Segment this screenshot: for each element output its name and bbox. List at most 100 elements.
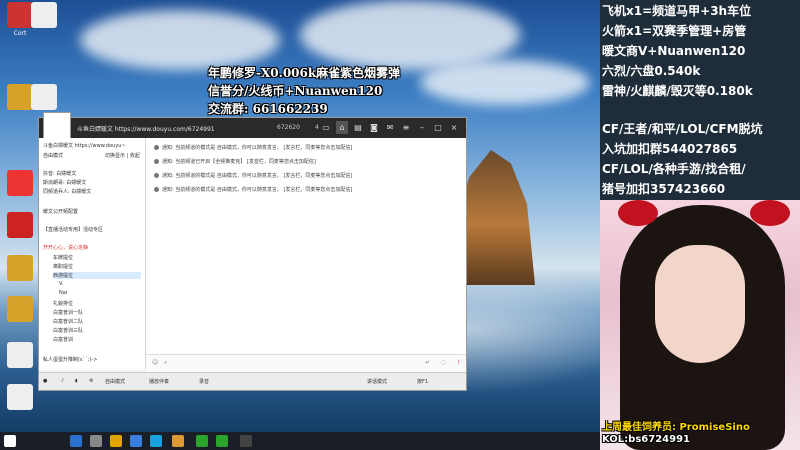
desktop-icon[interactable] [0,212,40,240]
avatar-icon[interactable]: ● [43,378,47,384]
cloud [420,60,590,105]
voice-chat-window: 斗鱼白嫖暖文 https://www.douyu.com/6724991 672… [38,112,467,391]
view-toggle[interactable]: 切换显示 | 收起 [105,152,140,159]
info-icon [154,159,159,164]
side-line: 雷神/火麒麟/毁灭等0.180k [602,84,753,98]
tree-item[interactable]: 【直播活动专用】活动专区 [43,226,103,233]
channel-header[interactable]: 斗鱼白嫖暖文 https://www.douyu~ [43,142,126,149]
tree-item[interactable]: 白富普训 [53,336,73,343]
tree-item[interactable]: 车牌提位 [53,254,73,261]
minimize-icon[interactable]: – [416,121,428,134]
room-count: 4 [315,124,319,131]
taskbar [0,432,600,450]
side-line: CF/LOL/各种手游/找合租/ [602,162,746,176]
channel-tree: 斗鱼白嫖暖文 https://www.douyu~ 自由模式 切换显示 | 收起… [39,138,146,370]
desktop-icon[interactable] [0,255,40,283]
alert-icon[interactable]: ! [458,359,460,366]
screen-icon[interactable]: ▭ [320,121,332,134]
taskbar-app-icon[interactable] [240,435,252,447]
taskbar-app-icon[interactable] [196,435,208,447]
emoji-icon[interactable]: ☺ [152,359,158,366]
caption-line-1: 上周最佳饲养员: PromiseSino [602,422,750,433]
title-icons: ▭ ⌂ ▤ ◙ ✉ ≡ – □ × [320,121,460,134]
channel-avatar [43,112,71,140]
taskbar-app-icon[interactable] [130,435,142,447]
mic-icon[interactable]: ♪ [61,378,64,384]
tree-item[interactable]: 礼貌排位 [53,300,73,307]
tree-item[interactable]: 白富普训三队 [53,327,83,334]
system-message: 通知: 当前频道的模式是 自由模式，你可以随意发言。 [发言栏，同麦等您点击加配… [154,186,352,193]
side-line: 六烈/六盘0.540k [602,64,701,78]
mode-label: 自由模式 [43,153,64,159]
caption-line-2: KOL:bs6724991 [602,434,690,445]
side-line: 火箭x1=双赛季管理+房管 [602,24,747,38]
hair-bow-right [750,200,790,226]
enter-icon[interactable]: ↵ [425,359,430,366]
tree-item[interactable]: 同频道兵人: 白嫖暖文 [43,188,91,195]
close-icon[interactable]: × [448,121,460,134]
system-message: 通知: 当前频道的模式是 自由模式，你可以随意发言。 [发言栏，同麦等您点击加配… [154,172,352,179]
rock-formation [455,150,535,285]
info-icon [154,145,159,150]
taskbar-app-icon[interactable] [110,435,122,447]
desktop-icon[interactable] [0,296,40,324]
desktop-icon[interactable] [24,84,64,112]
system-message: 通知: 当前频道已开启【全频推麦克】 [发音栏，同麦等您点击加配信] [154,158,316,165]
tree-item[interactable]: 抖音: 白嫖暖文 [43,170,76,177]
desktop: Cort 年鹏修罗-X0.006k麻雀紫色烟雾弹 信誉分/火线币+Nuanwen… [0,0,600,432]
hair-bow-left [618,200,658,226]
app-icon[interactable]: ▤ [352,121,364,134]
tree-item[interactable]: 斯派朗哥: 白嫖暖文 [43,179,86,186]
side-line: CF/王者/和平/LOL/CFM脱坑 [602,122,763,136]
desktop-icon[interactable] [24,2,64,30]
side-line: 入坑加扣群544027865 [602,142,738,156]
overlay-line-3: 交流群: 661662239 [208,102,328,116]
mode-button[interactable]: 自由模式 [105,378,125,385]
user-entry[interactable]: Nai [59,290,67,296]
chat-input-bar[interactable]: ☺ ⌕ ↵ ◌ ! [146,354,466,373]
speaker-icon[interactable]: ◖ [75,378,78,384]
tree-item[interactable]: 暖文公开频配置 [43,208,78,215]
bottom-toolbar: ● ♪ ◖ ⚙ 自由模式 播放伴奏 录音 讲话模式 按F1 [39,372,466,390]
maximize-icon[interactable]: □ [432,121,444,134]
tree-item[interactable]: 私人蛋蛋升降制(ε`´;)-> [43,356,97,363]
taskbar-app-icon[interactable] [150,435,162,447]
home-icon[interactable]: ⌂ [336,121,348,134]
side-line: 飞机x1=频道马甲+3h车位 [602,4,752,18]
start-icon[interactable] [4,435,16,447]
game-icon[interactable]: ◙ [368,121,380,134]
chat-icon[interactable]: ◌ [441,359,446,366]
mail-icon[interactable]: ✉ [384,121,396,134]
hotkey-label: 按F1 [417,379,429,385]
desktop-icon[interactable] [0,170,40,198]
tree-item[interactable]: 白富普训二队 [53,318,83,325]
menu-icon[interactable]: ≡ [400,121,412,134]
taskbar-app-icon[interactable] [216,435,228,447]
side-line: 暖文商V+Nuanwen120 [602,44,746,58]
tree-item[interactable]: 离职提位 [53,263,73,270]
system-message: 通知: 当前频道的模式是 自由模式，你可以随意发言。 [发言栏，同麦等您点击加配… [154,144,352,151]
tree-item[interactable]: 开开心心，说心定静 [43,244,88,251]
online-count: 672620 [277,124,300,131]
overlay-line-1: 年鹏修罗-X0.006k麻雀紫色烟雾弹 [208,66,401,80]
desktop-icon[interactable] [0,342,40,370]
taskbar-app-icon[interactable] [90,435,102,447]
record-button[interactable]: 录音 [199,378,209,385]
stream-side-panel: 飞机x1=频道马甲+3h车位 火箭x1=双赛季管理+房管 暖文商V+Nuanwe… [600,0,800,450]
user-entry[interactable]: V. [59,281,63,287]
play-music-button[interactable]: 播放伴奏 [149,378,169,385]
overlay-line-2: 信誉分/火线币+Nuanwen120 [208,84,383,98]
desktop-icon[interactable] [0,384,40,412]
search-icon[interactable]: ⌕ [164,359,167,367]
info-icon [154,187,159,192]
settings-icon[interactable]: ⚙ [89,378,93,384]
tree-item[interactable]: 白富普训一队 [53,309,83,316]
taskbar-app-icon[interactable] [172,435,184,447]
talk-mode-select[interactable]: 讲话模式 [367,378,387,385]
channel-url: 斗鱼白嫖暖文 https://www.douyu.com/6724991 [77,126,215,133]
info-icon [154,173,159,178]
title-bar[interactable]: 斗鱼白嫖暖文 https://www.douyu.com/6724991 672… [39,112,466,140]
side-line: 猪号加扣357423660 [602,182,726,196]
taskbar-app-icon[interactable] [70,435,82,447]
tree-item-selected[interactable]: 西游提位 [53,272,141,279]
